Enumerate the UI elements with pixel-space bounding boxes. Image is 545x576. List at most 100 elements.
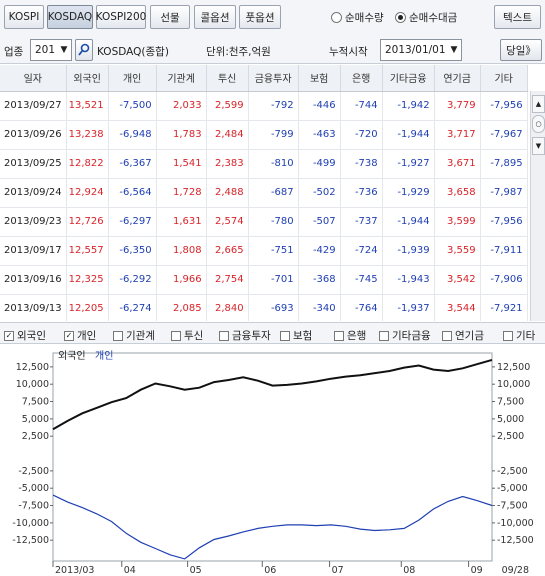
column-header[interactable]: 기타금융 (382, 65, 435, 92)
today-button[interactable]: 당일》 (500, 39, 542, 61)
checkbox-checked-icon[interactable]: ✓ (64, 330, 74, 341)
table-row[interactable]: 2013/09/16 12,325 -6,292 1,966 2,754 -701 -368… (0, 265, 528, 295)
table-body: 2013/09/27 13,521 -7,500 2,033 2,599 -792 -446… (0, 91, 528, 321)
y-tick-label-right: 7,500 (497, 397, 524, 408)
value-cell: -701 (248, 265, 299, 295)
checkbox-icon[interactable] (171, 330, 181, 341)
cumulative-chart: 12,500 12,500 10,000 10,000 7,500 7,500 5,000 5… (0, 345, 545, 576)
tab-futures[interactable]: 선물 (150, 5, 190, 29)
checkbox-icon[interactable] (219, 330, 229, 341)
table-row[interactable]: 2013/09/13 12,205 -6,274 2,085 2,840 -693 -340… (0, 294, 528, 321)
column-header[interactable]: 연기금 (434, 65, 481, 92)
table-row[interactable]: 2013/09/24 12,924 -6,564 1,728 2,488 -687 -502… (0, 178, 528, 208)
series-checkbox[interactable]: 기타 (503, 328, 535, 343)
checkbox-icon[interactable] (113, 330, 123, 341)
column-header[interactable]: 은행 (340, 65, 383, 92)
value-cell: -736 (340, 178, 383, 208)
tab-kospi200[interactable]: KOSPI200 (96, 5, 146, 29)
table-row[interactable]: 2013/09/17 12,557 -6,350 1,808 2,665 -751 -429… (0, 236, 528, 266)
x-tick-label: 07 (332, 565, 344, 576)
column-header[interactable]: 기타 (480, 65, 528, 92)
value-cell: -745 (340, 265, 383, 295)
scroll-up-icon[interactable]: ▲ (532, 95, 545, 113)
value-cell: 1,728 (156, 178, 207, 208)
checkbox-icon[interactable] (334, 330, 344, 341)
column-header[interactable]: 일자 (0, 65, 67, 92)
series-checkbox[interactable]: 기관계 (113, 328, 155, 343)
series-checkbox[interactable]: ✓ 개인 (64, 328, 96, 343)
checkbox-icon[interactable] (379, 330, 389, 341)
checkbox-icon[interactable] (503, 330, 513, 341)
value-cell: -780 (248, 207, 299, 237)
sector-code-select[interactable]: 201 ▼ (30, 39, 72, 61)
radio-net-quantity-label: 순매수량 (345, 12, 384, 24)
unit-text: 단위:천주,억원 (206, 46, 271, 58)
series-checkbox[interactable]: 연기금 (442, 328, 484, 343)
value-cell: 3,779 (434, 91, 481, 121)
table-scrollbar[interactable]: ▲ ○ ▼ (530, 91, 545, 321)
radio-net-quantity[interactable]: 순매수량 (331, 10, 384, 25)
value-cell: -6,367 (108, 149, 157, 179)
x-tick-label: 09/28 (502, 565, 529, 576)
legend-label: 외국인 (58, 350, 86, 362)
x-tick-label: 06 (264, 565, 276, 576)
value-cell: -463 (298, 120, 341, 150)
y-tick-label-right: -5,000 (497, 483, 528, 494)
text-button[interactable]: 텍스트 (494, 5, 541, 29)
scroll-thumb[interactable]: ○ (532, 115, 545, 133)
checkbox-checked-icon[interactable]: ✓ (4, 330, 14, 341)
value-cell: -368 (298, 265, 341, 295)
market-toolbar: KOSPI KOSDAQ KOSPI200 선물 콜옵션 풋옵션 순매수량 순매… (0, 0, 545, 36)
checkbox-icon[interactable] (280, 330, 290, 341)
series-checkbox-label: 투신 (184, 330, 204, 342)
table-row[interactable]: 2013/09/27 13,521 -7,500 2,033 2,599 -792 -446… (0, 91, 528, 121)
column-header[interactable]: 개인 (108, 65, 157, 92)
series-checkbox-label: 기타금융 (392, 330, 431, 342)
date-cell: 2013/09/26 (0, 120, 67, 150)
value-cell: -7,906 (480, 265, 528, 295)
tab-kospi[interactable]: KOSPI (4, 5, 44, 29)
tab-put-option[interactable]: 풋옵션 (239, 5, 281, 29)
table-row[interactable]: 2013/09/25 12,822 -6,367 1,541 2,383 -810 -499… (0, 149, 528, 179)
tab-kosdaq[interactable]: KOSDAQ (47, 5, 93, 29)
value-cell: -737 (340, 207, 383, 237)
column-header[interactable]: 기관계 (156, 65, 207, 92)
column-header[interactable]: 외국인 (66, 65, 109, 92)
value-cell: 1,966 (156, 265, 207, 295)
table-row[interactable]: 2013/09/23 12,726 -6,297 1,631 2,574 -780 -507… (0, 207, 528, 237)
series-checkbox[interactable]: ✓ 외국인 (4, 328, 46, 343)
column-header[interactable]: 투신 (206, 65, 249, 92)
series-checkbox[interactable]: 기타금융 (379, 328, 431, 343)
start-date-select[interactable]: 2013/01/01 ▼ (380, 39, 462, 61)
checkbox-icon[interactable] (442, 330, 452, 341)
series-checkbox[interactable]: 은행 (334, 328, 366, 343)
series-checkbox[interactable]: 금융투자 (219, 328, 271, 343)
chevron-down-icon[interactable]: ▼ (57, 40, 71, 60)
value-cell: 3,717 (434, 120, 481, 150)
value-cell: -502 (298, 178, 341, 208)
radio-net-amount-label: 순매수대금 (409, 12, 458, 24)
value-cell: 1,808 (156, 236, 207, 266)
table-row[interactable]: 2013/09/26 13,238 -6,948 1,783 2,484 -799 -463… (0, 120, 528, 150)
series-checkbox-label: 개인 (77, 330, 97, 342)
value-cell: 2,085 (156, 294, 207, 321)
column-header[interactable]: 금융투자 (248, 65, 299, 92)
value-cell: -1,939 (382, 236, 435, 266)
chevron-down-icon[interactable]: ▼ (447, 40, 461, 60)
series-checkbox[interactable]: 보험 (280, 328, 312, 343)
y-tick-label-right: 10,000 (497, 379, 530, 390)
radio-circle-checked[interactable] (395, 12, 406, 23)
scroll-down-icon[interactable]: ▼ (532, 137, 545, 155)
value-cell: 3,671 (434, 149, 481, 179)
value-cell: -7,967 (480, 120, 528, 150)
y-tick-label-right: 12,500 (497, 362, 530, 373)
search-button[interactable] (75, 39, 93, 61)
date-cell: 2013/09/25 (0, 149, 67, 179)
value-cell: 12,325 (66, 265, 109, 295)
radio-net-amount[interactable]: 순매수대금 (395, 10, 457, 25)
radio-circle[interactable] (331, 12, 342, 23)
tab-call-option[interactable]: 콜옵션 (194, 5, 236, 29)
y-tick-label-left: 12,500 (16, 362, 49, 373)
column-header[interactable]: 보험 (298, 65, 341, 92)
series-checkbox[interactable]: 투신 (171, 328, 203, 343)
